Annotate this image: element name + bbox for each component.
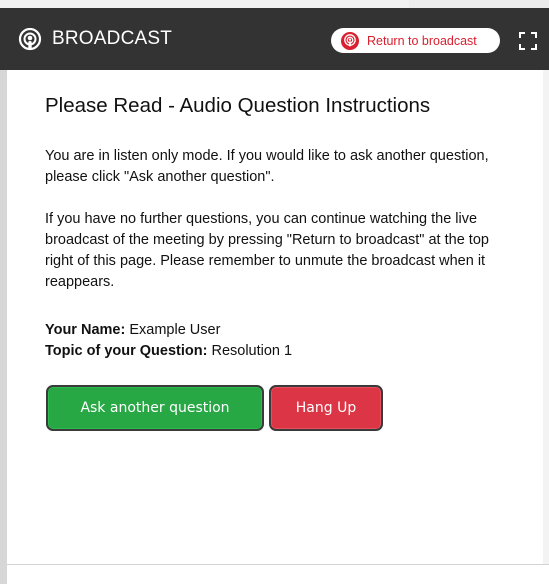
instructions-header: Please Read - Audio Question Instruction… <box>45 93 515 119</box>
header-title: BROADCAST <box>52 28 173 49</box>
content-panel <box>7 70 543 564</box>
question-details: Your Name: Example User Topic of your Qu… <box>45 320 515 362</box>
return-to-broadcast-label: Return to broadcast <box>367 33 477 48</box>
name-value: Example User <box>129 322 221 338</box>
return-to-broadcast-button[interactable]: Return to broadcast <box>331 28 500 53</box>
topic-value: Resolution 1 <box>211 343 293 359</box>
topic-row: Topic of your Question: Resolution 1 <box>45 341 515 362</box>
instructions-paragraph-1: You are in listen only mode. If you woul… <box>45 148 489 185</box>
page-title: Please Read - Audio Question Instruction… <box>45 94 431 117</box>
instructions-paragraph-2: If you have no further questions, you ca… <box>45 211 489 290</box>
header-bar: BROADCAST Return to broadcast <box>0 8 549 70</box>
right-edge <box>543 70 549 564</box>
name-row: Your Name: Example User <box>45 320 515 341</box>
podcast-icon <box>18 28 42 51</box>
top-strip-segment <box>409 0 549 8</box>
name-label: Your Name: <box>45 322 126 338</box>
left-edge <box>0 70 7 584</box>
ask-another-question-button[interactable]: Ask another question <box>46 385 264 431</box>
topic-label: Topic of your Question: <box>45 343 208 359</box>
podcast-icon <box>341 31 359 50</box>
panel-footer <box>7 564 549 584</box>
fullscreen-icon[interactable] <box>518 31 538 51</box>
top-strip <box>0 0 549 8</box>
hang-up-button[interactable]: Hang Up <box>269 385 383 431</box>
